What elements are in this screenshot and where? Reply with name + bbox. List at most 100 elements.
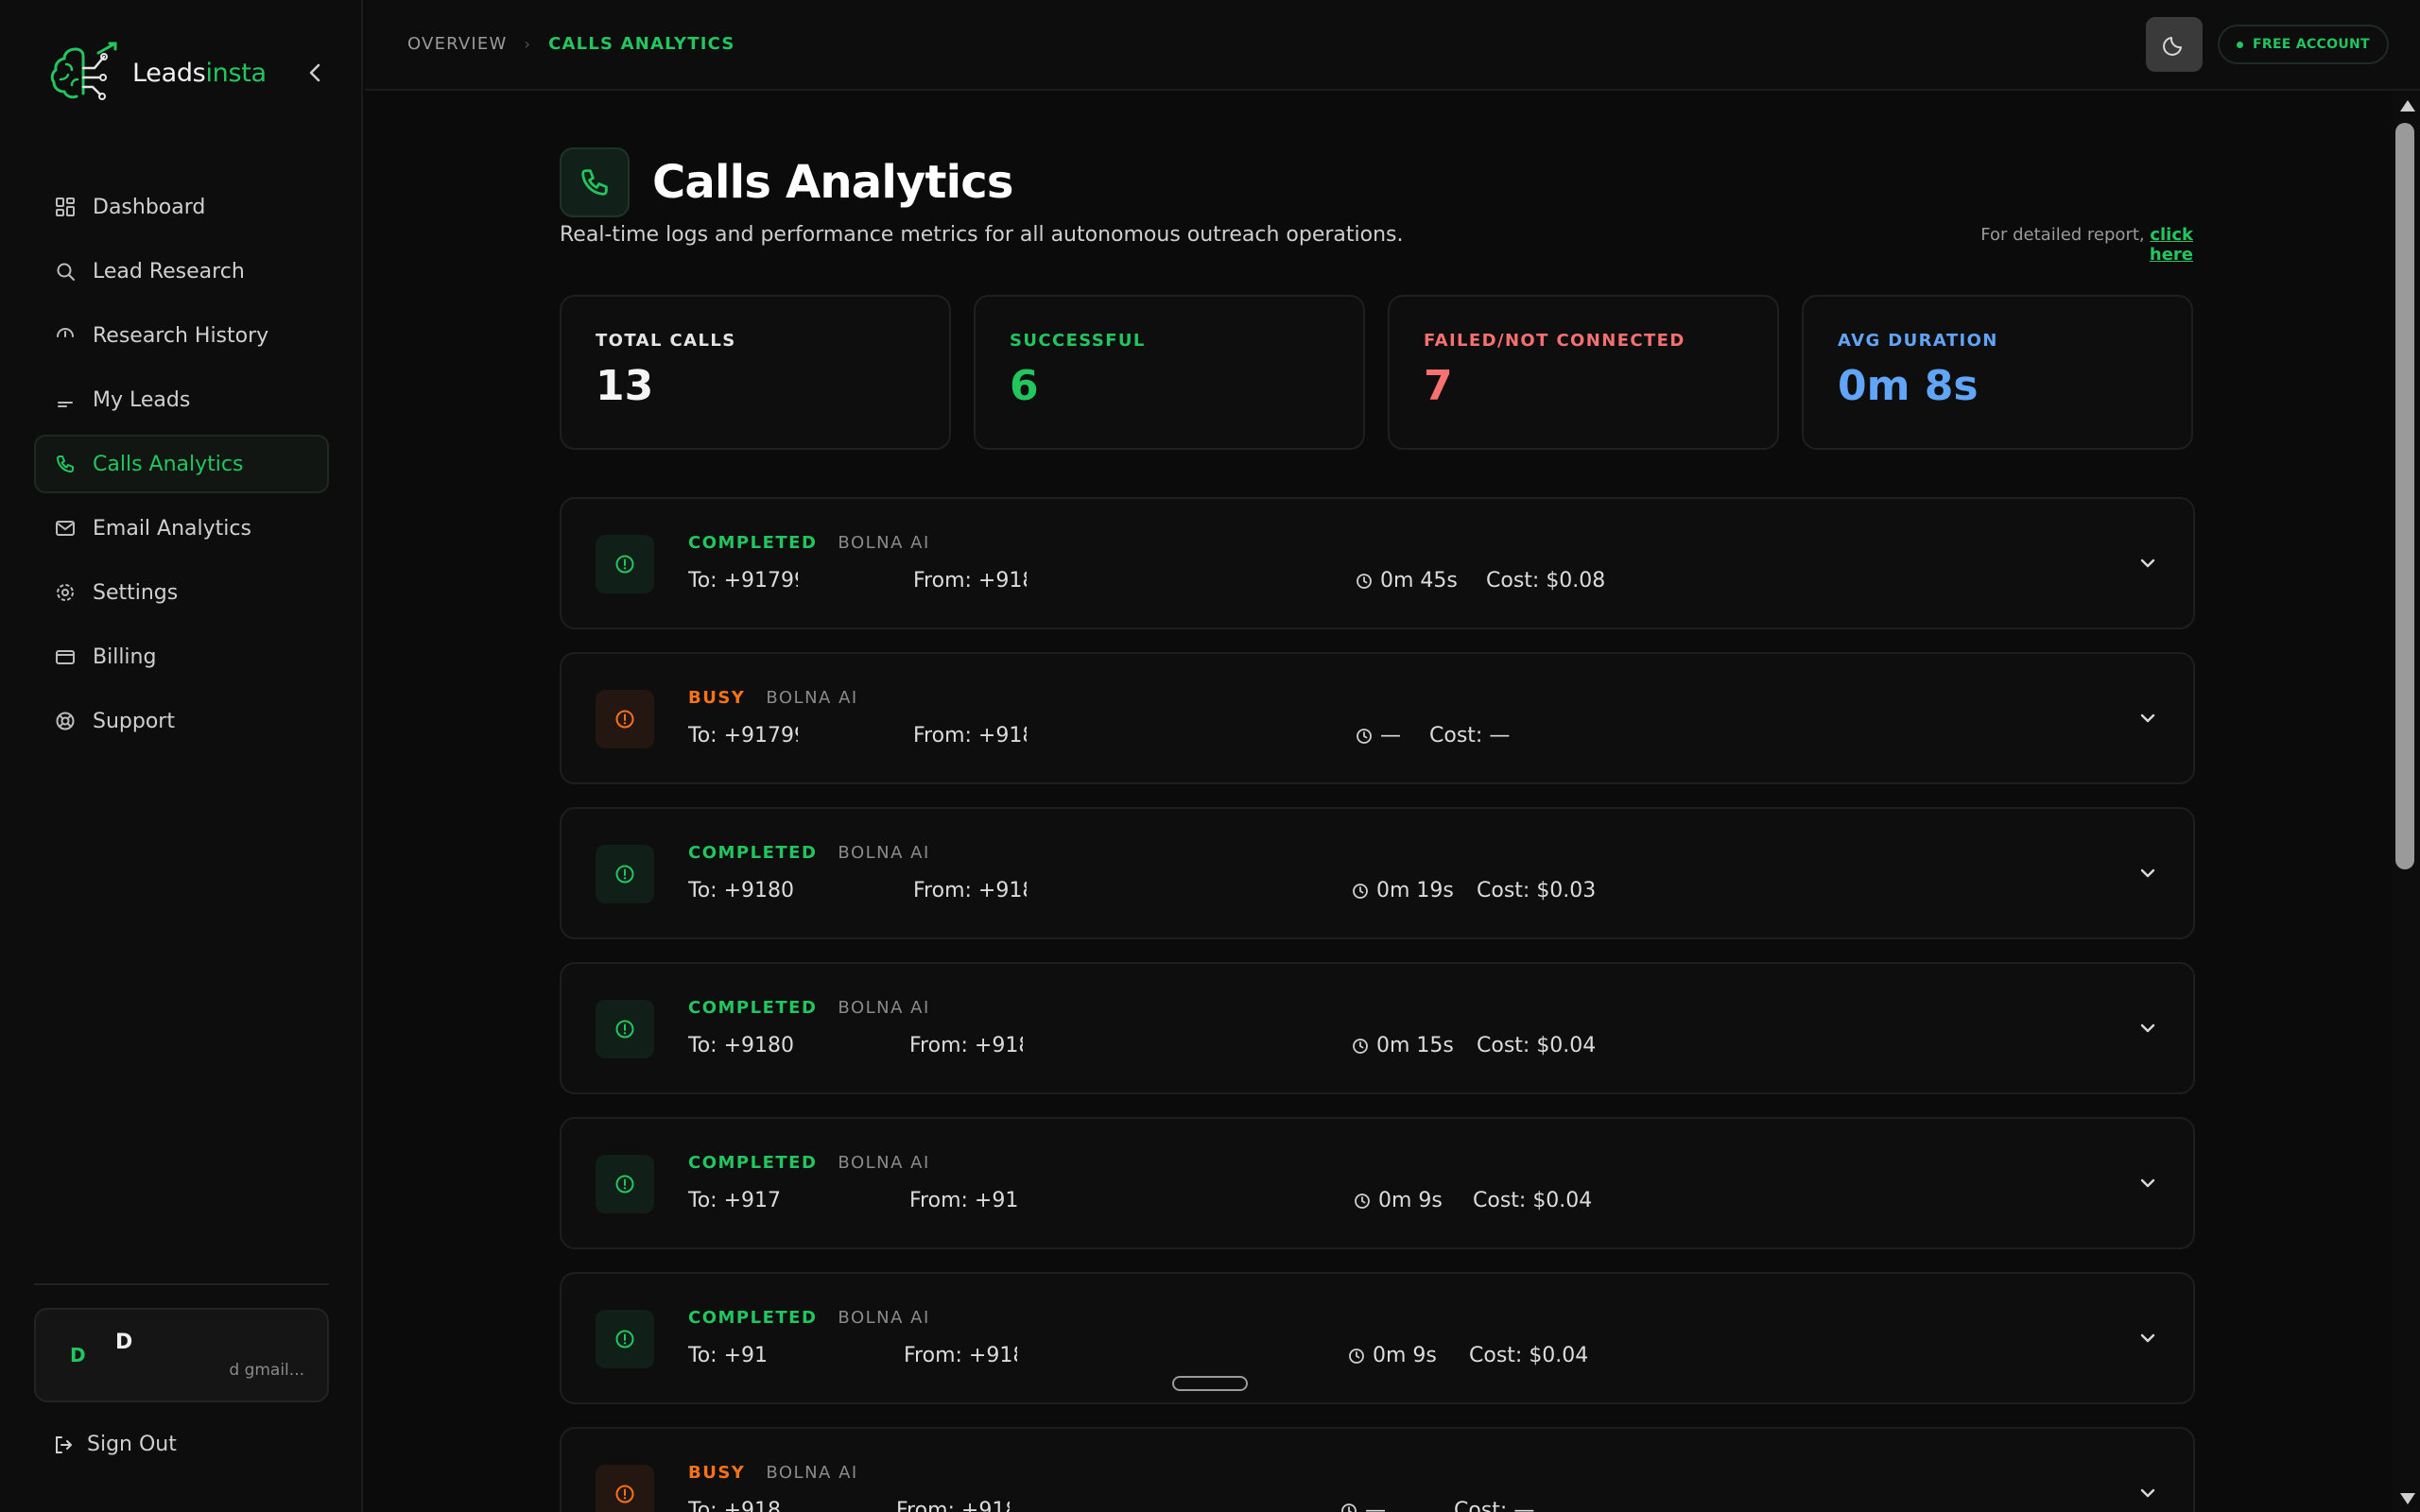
clock-icon	[1355, 1193, 1370, 1209]
call-status-badge: COMPLETED	[688, 533, 818, 553]
sidebar-item-label: Dashboard	[93, 195, 206, 219]
user-info: D d gmail...	[115, 1331, 304, 1380]
call-from-number: From: +9180	[913, 879, 1027, 902]
breadcrumb: OVERVIEW › CALLS ANALYTICS	[407, 34, 735, 54]
card-icon	[56, 650, 75, 664]
chevron-down-icon[interactable]	[2136, 1482, 2159, 1504]
scroll-down-arrow-icon[interactable]	[2400, 1493, 2415, 1504]
call-duration-value: —	[1365, 1499, 1386, 1512]
main-content: Calls Analytics Real-time logs and perfo…	[365, 93, 2392, 1512]
stat-value: 6	[1010, 362, 1039, 410]
call-provider: BOLNA AI	[766, 1463, 858, 1483]
call-status-badge: BUSY	[688, 688, 746, 708]
sidebar-item-billing[interactable]: Billing	[34, 627, 329, 686]
clock-icon	[1349, 1348, 1364, 1364]
report-prefix: For detailed report,	[1980, 225, 2151, 245]
page-header: Calls Analytics	[560, 147, 1013, 217]
sidebar-item-research-history[interactable]: Research History	[34, 306, 329, 365]
stat-card-avg-duration: AVG DURATION 0m 8s	[1802, 295, 2193, 450]
stat-label: TOTAL CALLS	[596, 331, 736, 351]
call-status-badge: COMPLETED	[688, 1308, 818, 1328]
sidebar-item-label: Settings	[93, 580, 179, 605]
call-log-row[interactable]: COMPLETED BOLNA AI To: +917999 From: +91…	[560, 497, 2195, 629]
call-log-row[interactable]: COMPLETED BOLNA AI To: +917 From: +91 0m…	[560, 1117, 2195, 1249]
collapse-sidebar-button[interactable]	[301, 59, 329, 87]
call-status-badge: COMPLETED	[688, 998, 818, 1018]
breadcrumb-overview[interactable]: OVERVIEW	[407, 34, 507, 54]
clock-icon	[1357, 728, 1372, 744]
sidebar-item-label: Calls Analytics	[93, 452, 244, 476]
call-cost: Cost: —	[1429, 724, 1511, 747]
phone-icon	[57, 455, 74, 472]
call-provider: BOLNA AI	[838, 1153, 930, 1173]
call-duration-value: 0m 15s	[1376, 1034, 1454, 1057]
clock-icon	[1341, 1503, 1357, 1512]
sidebar-item-calls-analytics[interactable]: Calls Analytics	[34, 435, 329, 493]
stats-row: TOTAL CALLS 13 SUCCESSFUL 6 FAILED/NOT C…	[560, 295, 2193, 450]
call-log-row[interactable]: BUSY BOLNA AI To: +918 From: +918 — Cost…	[560, 1427, 2195, 1512]
clock-icon	[1353, 883, 1368, 899]
chevron-down-icon[interactable]	[2136, 1327, 2159, 1349]
call-to-number: To: +917999	[688, 569, 798, 593]
call-duration-value: 0m 9s	[1373, 1344, 1437, 1367]
call-to-number: To: +91	[688, 1344, 768, 1367]
stat-value: 0m 8s	[1838, 362, 1979, 410]
sidebar-item-label: Email Analytics	[93, 516, 251, 541]
call-row-header: COMPLETED BOLNA AI	[688, 843, 930, 863]
chevron-down-icon[interactable]	[2136, 552, 2159, 575]
sidebar-nav: Dashboard Lead Research Research History…	[34, 178, 329, 756]
call-to-number: To: +917	[688, 1189, 781, 1212]
clock-icon	[1357, 573, 1372, 589]
brain-circuit-logo-icon	[50, 42, 117, 100]
call-cost: Cost: $0.04	[1473, 1189, 1593, 1212]
call-from-number: From: +918	[896, 1499, 1010, 1512]
scroll-thumb[interactable]	[2395, 123, 2414, 869]
sign-out-button[interactable]: Sign Out	[53, 1433, 177, 1456]
call-provider: BOLNA AI	[838, 998, 930, 1018]
sidebar-item-settings[interactable]: Settings	[34, 563, 329, 622]
logo[interactable]: Leadsinsta	[47, 42, 267, 104]
status-dot-icon	[2237, 41, 2243, 48]
status-alert-icon	[596, 1465, 654, 1512]
user-card[interactable]: D D d gmail...	[34, 1308, 329, 1402]
sidebar-item-email-analytics[interactable]: Email Analytics	[34, 499, 329, 558]
sidebar-item-lead-research[interactable]: Lead Research	[34, 242, 329, 301]
sidebar-item-dashboard[interactable]: Dashboard	[34, 178, 329, 236]
gear-icon	[57, 584, 74, 601]
user-email: d gmail...	[229, 1361, 304, 1380]
stat-card-failed: FAILED/NOT CONNECTED 7	[1388, 295, 1779, 450]
moon-icon	[2163, 37, 2182, 56]
status-alert-icon	[596, 1155, 654, 1213]
stat-label: SUCCESSFUL	[1010, 331, 1146, 351]
call-log-row[interactable]: COMPLETED BOLNA AI To: +9180 From: +918 …	[560, 962, 2195, 1094]
scroll-up-arrow-icon[interactable]	[2400, 100, 2415, 112]
sidebar-item-label: Research History	[93, 323, 269, 348]
chevron-down-icon[interactable]	[2136, 862, 2159, 885]
chevron-down-icon[interactable]	[2136, 1017, 2159, 1040]
call-from-number: From: +918	[913, 724, 1027, 747]
status-alert-icon	[596, 690, 654, 748]
call-row-header: COMPLETED BOLNA AI	[688, 533, 930, 553]
call-log-row[interactable]: COMPLETED BOLNA AI To: +9180 From: +9180…	[560, 807, 2195, 939]
theme-toggle-button[interactable]	[2146, 17, 2203, 72]
sidebar-item-my-leads[interactable]: My Leads	[34, 370, 329, 429]
page-title: Calls Analytics	[652, 156, 1013, 209]
call-row-header: BUSY BOLNA AI	[688, 1463, 858, 1483]
stat-card-total-calls: TOTAL CALLS 13	[560, 295, 951, 450]
tooltip-indicator	[1172, 1376, 1248, 1391]
clock-icon	[1353, 1038, 1368, 1054]
call-row-header: COMPLETED BOLNA AI	[688, 998, 930, 1018]
call-log-row[interactable]: COMPLETED BOLNA AI To: +91 From: +918 0m…	[560, 1272, 2195, 1404]
detailed-report-link[interactable]: click here	[2150, 225, 2193, 265]
call-log-row[interactable]: BUSY BOLNA AI To: +91799 From: +918 — Co…	[560, 652, 2195, 784]
chevron-down-icon[interactable]	[2136, 1172, 2159, 1194]
vertical-scrollbar[interactable]	[2392, 93, 2420, 1512]
call-row-header: COMPLETED BOLNA AI	[688, 1153, 930, 1173]
account-plan-badge[interactable]: FREE ACCOUNT	[2218, 25, 2389, 64]
call-from-number: From: +9180	[913, 569, 1027, 593]
chevron-down-icon[interactable]	[2136, 707, 2159, 730]
status-alert-icon	[596, 1310, 654, 1368]
sidebar-item-support[interactable]: Support	[34, 692, 329, 750]
page-subtitle: Real-time logs and performance metrics f…	[560, 223, 1404, 247]
call-status-badge: COMPLETED	[688, 1153, 818, 1173]
